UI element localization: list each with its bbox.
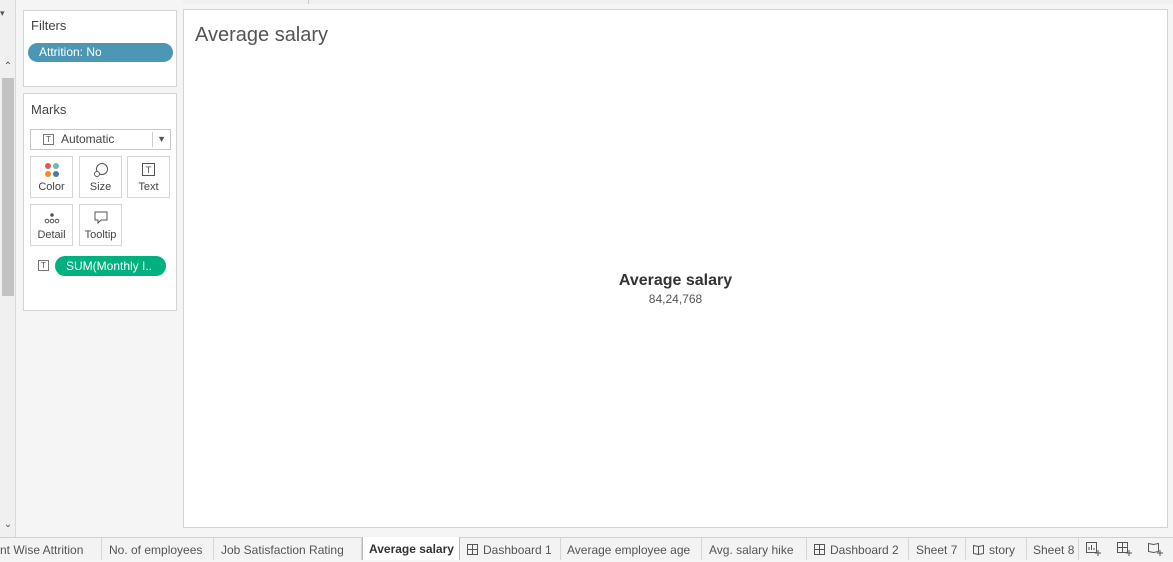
marks-title: Marks (31, 102, 67, 117)
size-label: Size (89, 181, 112, 193)
tab-dashboard-1[interactable]: Dashboard 1 (460, 538, 561, 560)
tab-avg-salary-hike[interactable]: Avg. salary hike (702, 538, 807, 560)
text-button[interactable]: T Text (127, 156, 170, 198)
new-worksheet-icon[interactable] (1086, 542, 1102, 557)
chevron-down-icon[interactable]: ▼ (157, 130, 166, 149)
detail-label: Detail (37, 229, 66, 241)
tab-label: Average employee age (567, 543, 691, 557)
scroll-down-arrow[interactable]: ⌄ (2, 518, 14, 532)
tooltip-icon (94, 211, 108, 225)
story-icon (973, 544, 984, 555)
tab-label: nt Wise Attrition (0, 543, 84, 557)
mark-type-label: Automatic (61, 132, 115, 146)
sheet-title[interactable]: Average salary (195, 24, 328, 47)
mark-type-dropdown[interactable]: T Automatic ▼ (30, 129, 171, 150)
tooltip-button[interactable]: Tooltip (79, 204, 122, 246)
tab-sheet-8[interactable]: Sheet 8 (1027, 538, 1079, 560)
tooltip-label: Tooltip (84, 229, 117, 241)
text-mark-icon[interactable]: T (38, 260, 49, 271)
sheet-tab-bar: nt Wise Attrition No. of employees Job S… (0, 537, 1173, 560)
tab-label: Job Satisfaction Rating (221, 543, 344, 557)
tab-label: Sheet 8 (1033, 543, 1075, 557)
tab-attrition[interactable]: nt Wise Attrition (0, 538, 102, 560)
tab-no-of-employees[interactable]: No. of employees (102, 538, 214, 560)
toolbar-strip (183, 0, 1173, 4)
filters-title: Filters (31, 18, 67, 33)
tab-story[interactable]: story (966, 538, 1027, 560)
tab-average-employee-age[interactable]: Average employee age (561, 538, 702, 560)
tab-job-satisfaction[interactable]: Job Satisfaction Rating (214, 538, 362, 560)
tab-dashboard-2[interactable]: Dashboard 2 (807, 538, 909, 560)
svg-text:T: T (145, 166, 152, 176)
dashboard-icon (467, 544, 478, 555)
tab-label: Avg. salary hike (709, 543, 794, 557)
size-icon (94, 163, 108, 177)
text-label: Text (138, 181, 159, 193)
dropdown-divider (152, 132, 153, 147)
tab-label: Sheet 7 (916, 543, 958, 557)
text-icon: T (142, 163, 155, 176)
detail-icon (44, 213, 60, 224)
worksheet-view[interactable]: Average salary Average salary 84,24,768 (183, 9, 1168, 528)
color-label: Color (38, 181, 65, 193)
filters-shelf: Filters Attrition: No (23, 10, 177, 87)
left-scrollbar[interactable]: ▾ ⌃ ⌄ (0, 0, 16, 537)
measure-pill-monthly-income[interactable]: SUM(Monthly I.. (55, 256, 166, 276)
dashboard-icon (814, 544, 825, 555)
tab-average-salary[interactable]: Average salary (362, 537, 460, 560)
tab-sheet-7[interactable]: Sheet 7 (909, 538, 966, 560)
scroll-up-arrow[interactable]: ⌃ (2, 60, 14, 74)
new-dashboard-icon[interactable] (1117, 542, 1133, 557)
kpi-label: Average salary (618, 272, 733, 289)
marks-card: Marks T Automatic ▼ Color Size T Text De… (23, 93, 177, 311)
chevron-down-icon[interactable]: ▾ (0, 8, 5, 19)
color-icon (45, 163, 59, 177)
size-button[interactable]: Size (79, 156, 122, 198)
scrollbar-thumb[interactable] (2, 78, 14, 296)
tab-label: Dashboard 2 (830, 543, 899, 557)
filter-pill-attrition[interactable]: Attrition: No (28, 43, 173, 62)
color-button[interactable]: Color (30, 156, 73, 198)
tab-label: No. of employees (109, 543, 203, 557)
new-story-icon[interactable] (1148, 542, 1164, 557)
tab-label: Average salary (369, 542, 454, 556)
kpi-value: 84,24,768 (648, 292, 703, 306)
text-mark-icon: T (43, 134, 54, 145)
tab-label: story (989, 543, 1016, 557)
detail-button[interactable]: Detail (30, 204, 73, 246)
tab-label: Dashboard 1 (483, 543, 552, 557)
